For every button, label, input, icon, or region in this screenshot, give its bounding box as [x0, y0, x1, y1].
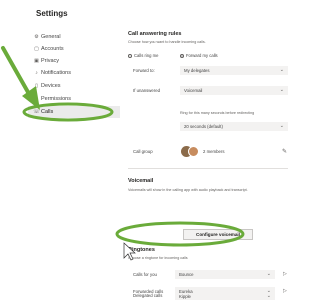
sidebar-item-privacy[interactable]: ▣ Privacy [32, 55, 59, 67]
edit-icon[interactable]: ✎ [282, 148, 287, 155]
arrow-annotation-icon [1, 46, 35, 103]
radio-calls-ring-me[interactable]: Calls ring me [128, 53, 158, 58]
ringtone-dropdown-delegated-calls[interactable]: Kipple ⌄ [175, 293, 275, 300]
bell-icon: ♪ [35, 70, 38, 76]
ringtone-label-delegated-calls: Delegated calls [133, 293, 163, 298]
forward-to-dropdown[interactable]: My delegates ⌄ [180, 66, 288, 75]
key-icon: ⚷ [34, 96, 39, 102]
sidebar-item-devices[interactable]: ▯ Devices [32, 80, 60, 92]
configure-voicemail-button[interactable]: Configure voicemail [183, 229, 253, 240]
forward-to-label: Forward to: [133, 68, 155, 73]
ringtone-dropdown-calls-for-you[interactable]: Bounce ⌄ [175, 270, 275, 279]
chevron-down-icon: ⌄ [266, 293, 271, 299]
call-group-count: 2 members [203, 149, 225, 154]
sidebar-item-calls[interactable]: ☏ Calls [28, 106, 120, 118]
call-answering-description: Choose how you want to handle incoming c… [128, 40, 206, 44]
voicemail-heading: Voicemail [128, 178, 154, 184]
chevron-down-icon: ⌄ [279, 123, 284, 129]
radio-selected-icon [180, 53, 184, 58]
ring-duration-dropdown[interactable]: 20 seconds (default) ⌄ [180, 122, 288, 131]
call-group-label: Call group [133, 149, 153, 154]
divider [128, 168, 288, 169]
if-unanswered-label: If unanswered [133, 88, 160, 93]
sidebar-item-accounts[interactable]: ▢ Accounts [32, 43, 64, 55]
if-unanswered-dropdown[interactable]: Voicemail ⌄ [180, 86, 288, 95]
voicemail-description: Voicemails will show in the calling app … [128, 188, 248, 192]
chevron-down-icon: ⌄ [279, 87, 284, 93]
avatar [188, 146, 199, 157]
radio-icon [128, 53, 132, 58]
call-answering-heading: Call answering rules [128, 31, 182, 37]
lock-icon: ▣ [34, 58, 39, 64]
ringtones-heading: Ringtones [128, 247, 155, 253]
accounts-icon: ▢ [34, 46, 39, 52]
ringtones-description: Choose a ringtone for incoming calls [128, 256, 188, 260]
sidebar-item-permissions[interactable]: ⚷ Permissions [32, 93, 71, 105]
gear-icon: ⚙ [34, 34, 39, 40]
device-icon: ▯ [35, 83, 38, 89]
sidebar-item-general[interactable]: ⚙ General [32, 31, 60, 43]
sidebar-item-notifications[interactable]: ♪ Notifications [32, 67, 71, 79]
radio-forward-my-calls[interactable]: Forward my calls [180, 53, 218, 58]
ringtone-label-calls-for-you: Calls for you [133, 272, 157, 277]
ring-description: Ring for this many seconds before redire… [180, 111, 255, 115]
settings-title: Settings [36, 9, 68, 18]
chevron-down-icon: ⌄ [279, 67, 284, 73]
chevron-down-icon: ⌄ [266, 271, 271, 277]
ringtone-row-delegated-clip: Delegated calls Kipple ⌄ [0, 293, 297, 300]
play-icon[interactable]: ▷ [283, 271, 287, 277]
phone-icon: ☏ [33, 109, 40, 115]
